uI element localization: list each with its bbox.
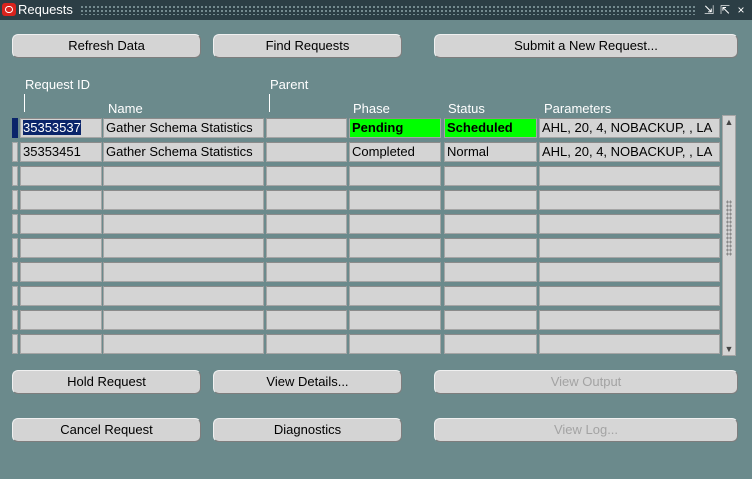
table-cell-empty[interactable] (444, 214, 537, 234)
table-cell-empty[interactable] (20, 166, 102, 186)
table-cell-parent[interactable] (266, 142, 347, 162)
view-details-button[interactable]: View Details... (213, 370, 402, 394)
scroll-up-arrow-icon[interactable]: ▲ (723, 116, 735, 128)
row-indicator[interactable] (12, 286, 18, 306)
row-indicator[interactable] (12, 142, 18, 162)
header-name: Name (108, 101, 143, 116)
table-cell-empty[interactable] (20, 334, 102, 354)
table-cell-parent[interactable] (266, 118, 347, 138)
table-cell-empty[interactable] (103, 190, 264, 210)
title-bar-grip[interactable] (80, 5, 696, 15)
maximize-icon[interactable]: ⇱ (718, 2, 732, 18)
table-cell-empty[interactable] (349, 334, 441, 354)
table-cell-empty[interactable] (103, 238, 264, 258)
table-cell-empty[interactable] (103, 310, 264, 330)
table-cell-empty[interactable] (349, 214, 441, 234)
minimize-icon[interactable]: ⇲ (702, 2, 716, 18)
table-cell-empty[interactable] (539, 238, 720, 258)
table-cell-empty[interactable] (349, 238, 441, 258)
table-cell-empty[interactable] (349, 166, 441, 186)
table-cell-empty[interactable] (266, 286, 347, 306)
table-cell-phase[interactable]: Pending (349, 118, 441, 138)
find-requests-button[interactable]: Find Requests (213, 34, 402, 58)
table-cell-empty[interactable] (103, 334, 264, 354)
table-cell-empty[interactable] (444, 286, 537, 306)
table-cell-empty[interactable] (20, 310, 102, 330)
table-cell-empty[interactable] (266, 166, 347, 186)
table-cell-empty[interactable] (539, 262, 720, 282)
table-cell-name[interactable]: Gather Schema Statistics (103, 142, 264, 162)
table-cell-request-id[interactable]: 35353451 (20, 142, 102, 162)
row-indicator[interactable] (12, 214, 18, 234)
row-indicator[interactable] (12, 310, 18, 330)
hold-request-button[interactable]: Hold Request (12, 370, 201, 394)
table-cell-empty[interactable] (539, 334, 720, 354)
header-request-id: Request ID (25, 77, 91, 92)
view-log-button[interactable]: View Log... (434, 418, 738, 442)
table-cell-empty[interactable] (266, 310, 347, 330)
table-cell-empty[interactable] (349, 310, 441, 330)
table-cell-status[interactable]: Scheduled (444, 118, 537, 138)
close-icon[interactable]: × (734, 2, 748, 18)
table-cell-empty[interactable] (444, 310, 537, 330)
header-parent: Parent (270, 77, 309, 92)
table-cell-phase[interactable]: Completed (349, 142, 441, 162)
refresh-data-button[interactable]: Refresh Data (12, 34, 201, 58)
table-cell-empty[interactable] (266, 238, 347, 258)
table-cell-empty[interactable] (20, 286, 102, 306)
table-cell-empty[interactable] (539, 190, 720, 210)
table-cell-empty[interactable] (103, 286, 264, 306)
table-cell-empty[interactable] (266, 190, 347, 210)
table-cell-empty[interactable] (539, 166, 720, 186)
table-cell-empty[interactable] (444, 166, 537, 186)
table-cell-empty[interactable] (349, 286, 441, 306)
table-cell-request-id[interactable]: 35353537 (20, 118, 102, 138)
vertical-scrollbar[interactable]: ▲ ▼ (722, 115, 736, 356)
header-phase: Phase (353, 101, 390, 116)
table-cell-empty[interactable] (266, 214, 347, 234)
row-indicator[interactable] (12, 118, 18, 138)
header-divider (24, 94, 25, 112)
table-cell-empty[interactable] (349, 190, 441, 210)
scroll-down-arrow-icon[interactable]: ▼ (723, 343, 735, 355)
row-indicator[interactable] (12, 334, 18, 354)
table-cell-status[interactable]: Normal (444, 142, 537, 162)
table-cell-empty[interactable] (539, 286, 720, 306)
table-cell-empty[interactable] (349, 262, 441, 282)
row-indicator[interactable] (12, 262, 18, 282)
table-cell-empty[interactable] (20, 262, 102, 282)
cancel-request-button[interactable]: Cancel Request (12, 418, 201, 442)
table-cell-empty[interactable] (539, 214, 720, 234)
table-cell-empty[interactable] (444, 238, 537, 258)
table-cell-empty[interactable] (103, 166, 264, 186)
header-divider (269, 94, 270, 112)
row-indicator[interactable] (12, 190, 18, 210)
row-indicator[interactable] (12, 238, 18, 258)
table-cell-empty[interactable] (20, 214, 102, 234)
table-cell-empty[interactable] (20, 190, 102, 210)
table-cell-empty[interactable] (539, 310, 720, 330)
table-cell-parameters[interactable]: AHL, 20, 4, NOBACKUP, , LA (539, 142, 720, 162)
table-cell-empty[interactable] (103, 214, 264, 234)
submit-new-request-button[interactable]: Submit a New Request... (434, 34, 738, 58)
diagnostics-button[interactable]: Diagnostics (213, 418, 402, 442)
header-status: Status (448, 101, 485, 116)
row-indicator[interactable] (12, 166, 18, 186)
header-parameters: Parameters (544, 101, 612, 116)
table-cell-empty[interactable] (444, 190, 537, 210)
table-cell-name[interactable]: Gather Schema Statistics (103, 118, 264, 138)
table-cell-parameters[interactable]: AHL, 20, 4, NOBACKUP, , LA (539, 118, 720, 138)
view-output-button[interactable]: View Output (434, 370, 738, 394)
table-cell-empty[interactable] (20, 238, 102, 258)
window-title: Requests (18, 2, 73, 17)
title-bar (0, 0, 752, 20)
table-cell-empty[interactable] (266, 262, 347, 282)
table-cell-empty[interactable] (103, 262, 264, 282)
table-cell-empty[interactable] (444, 334, 537, 354)
table-cell-empty[interactable] (444, 262, 537, 282)
oracle-logo-icon (2, 3, 16, 16)
scrollbar-grip[interactable] (726, 200, 732, 256)
table-cell-empty[interactable] (266, 334, 347, 354)
